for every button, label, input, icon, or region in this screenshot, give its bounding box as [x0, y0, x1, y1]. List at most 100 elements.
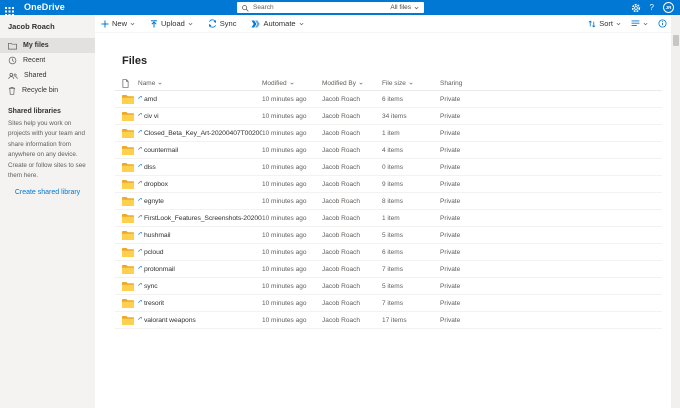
sidebar-item-label: Shared [24, 72, 47, 79]
status-arrow-icon [138, 112, 142, 116]
column-header-modified-by[interactable]: Modified By [322, 80, 382, 87]
brand-title[interactable]: OneDrive [24, 0, 65, 15]
table-row[interactable]: egnyte 10 minutes ago Jacob Roach 8 item… [115, 193, 662, 210]
file-list: amd 10 minutes ago Jacob Roach 6 items P… [115, 91, 662, 329]
help-icon[interactable]: ? [650, 3, 654, 12]
sidebar-item-my-files[interactable]: My files [0, 38, 95, 53]
search-box[interactable]: All files [237, 2, 424, 13]
table-header-row: Name Modified Modified By File size Shar… [115, 77, 662, 91]
sidebar-item-recent[interactable]: Recent [0, 53, 95, 68]
file-name: dlss [138, 163, 262, 171]
folder-icon [115, 162, 138, 172]
column-header-modified[interactable]: Modified [262, 80, 322, 87]
status-arrow-icon [138, 299, 142, 303]
file-name: civ vi [138, 112, 262, 120]
file-name: hushmail [138, 231, 262, 239]
modified-value: 10 minutes ago [262, 299, 307, 307]
doc-type-column-icon[interactable] [115, 79, 138, 88]
column-header-sharing[interactable]: Sharing [440, 80, 662, 87]
status-arrow-icon [138, 146, 142, 150]
sidebar-item-label: Recycle bin [22, 87, 59, 94]
table-row[interactable]: Closed_Beta_Key_Art-20200407T002002Z-0..… [115, 125, 662, 142]
modified-value: 10 minutes ago [262, 282, 307, 290]
table-row[interactable]: dlss 10 minutes ago Jacob Roach 0 items … [115, 159, 662, 176]
table-row[interactable]: FirstLook_Features_Screenshots-20200407T… [115, 210, 662, 227]
chevron-down-icon [299, 22, 303, 25]
sharing-value: Private [440, 282, 461, 290]
modified-by-value: Jacob Roach [322, 129, 360, 137]
table-row[interactable]: protonmail 10 minutes ago Jacob Roach 7 … [115, 261, 662, 278]
table-row[interactable]: valorant weapons 10 minutes ago Jacob Ro… [115, 312, 662, 329]
main-content: Files Name Modified Modified By File siz… [95, 33, 680, 408]
modified-by-value: Jacob Roach [322, 265, 360, 273]
sort-button[interactable]: Sort [588, 19, 621, 28]
sort-icon [588, 20, 596, 27]
upload-button[interactable]: Upload [150, 19, 193, 28]
sync-button[interactable]: Sync [208, 19, 236, 28]
trash-icon [8, 86, 16, 95]
folder-icon [115, 128, 138, 138]
search-scope-dropdown[interactable]: All files [390, 4, 419, 11]
sidebar-item-recycle-bin[interactable]: Recycle bin [0, 83, 95, 98]
plus-icon [101, 20, 109, 27]
app-launcher-icon[interactable] [5, 3, 14, 16]
file-name: countermail [138, 146, 262, 154]
sync-icon [208, 19, 216, 28]
modified-by-value: Jacob Roach [322, 231, 360, 239]
sidebar-item-label: My files [23, 42, 49, 49]
status-arrow-icon [138, 197, 142, 201]
folder-outline-icon [8, 42, 17, 50]
modified-by-value: Jacob Roach [322, 146, 360, 154]
file-name: sync [138, 282, 262, 290]
search-input[interactable] [253, 4, 391, 11]
sharing-value: Private [440, 112, 461, 120]
automate-button[interactable]: Automate [251, 19, 303, 28]
status-arrow-icon [138, 163, 142, 167]
file-name: dropbox [138, 180, 262, 188]
modified-value: 10 minutes ago [262, 265, 307, 273]
status-arrow-icon [138, 248, 142, 252]
modified-value: 10 minutes ago [262, 316, 307, 324]
table-row[interactable]: amd 10 minutes ago Jacob Roach 6 items P… [115, 91, 662, 108]
sharing-value: Private [440, 146, 461, 154]
sidebar-item-shared[interactable]: Shared [0, 68, 95, 83]
table-row[interactable]: hushmail 10 minutes ago Jacob Roach 5 it… [115, 227, 662, 244]
scrollbar-track [671, 15, 680, 408]
table-row[interactable]: countermail 10 minutes ago Jacob Roach 4… [115, 142, 662, 159]
settings-gear-icon[interactable] [631, 3, 641, 13]
list-view-icon [631, 20, 640, 27]
file-size-value: 8 items [382, 197, 403, 205]
info-button[interactable] [658, 19, 667, 28]
modified-value: 10 minutes ago [262, 163, 307, 171]
file-size-value: 9 items [382, 180, 403, 188]
table-row[interactable]: tresorit 10 minutes ago Jacob Roach 7 it… [115, 295, 662, 312]
folder-icon [115, 179, 138, 189]
table-row[interactable]: sync 10 minutes ago Jacob Roach 5 items … [115, 278, 662, 295]
sharing-value: Private [440, 95, 461, 103]
file-name: Closed_Beta_Key_Art-20200407T002002Z-0..… [138, 129, 262, 137]
chevron-down-icon [188, 22, 193, 25]
modified-by-value: Jacob Roach [322, 299, 360, 307]
file-size-value: 4 items [382, 146, 403, 154]
table-row[interactable]: civ vi 10 minutes ago Jacob Roach 34 ite… [115, 108, 662, 125]
file-size-value: 7 items [382, 265, 403, 273]
file-size-value: 0 items [382, 163, 403, 171]
scrollbar-thumb[interactable] [672, 35, 679, 46]
avatar[interactable]: JR [663, 2, 674, 13]
sharing-value: Private [440, 214, 461, 222]
view-options-button[interactable] [631, 20, 648, 27]
column-header-file-size[interactable]: File size [382, 80, 440, 87]
upload-icon [151, 19, 158, 27]
create-shared-library-link[interactable]: Create shared library [0, 189, 95, 196]
status-arrow-icon [138, 282, 142, 286]
table-row[interactable]: dropbox 10 minutes ago Jacob Roach 9 ite… [115, 176, 662, 193]
file-name: FirstLook_Features_Screenshots-20200407T… [138, 214, 262, 222]
chevron-down-icon [130, 22, 135, 25]
file-table: Name Modified Modified By File size Shar… [115, 77, 662, 329]
status-arrow-icon [138, 180, 142, 184]
column-header-name[interactable]: Name [138, 80, 262, 87]
table-row[interactable]: pcloud 10 minutes ago Jacob Roach 6 item… [115, 244, 662, 261]
new-button[interactable]: New [101, 19, 135, 28]
file-size-value: 7 items [382, 299, 403, 307]
modified-value: 10 minutes ago [262, 95, 307, 103]
